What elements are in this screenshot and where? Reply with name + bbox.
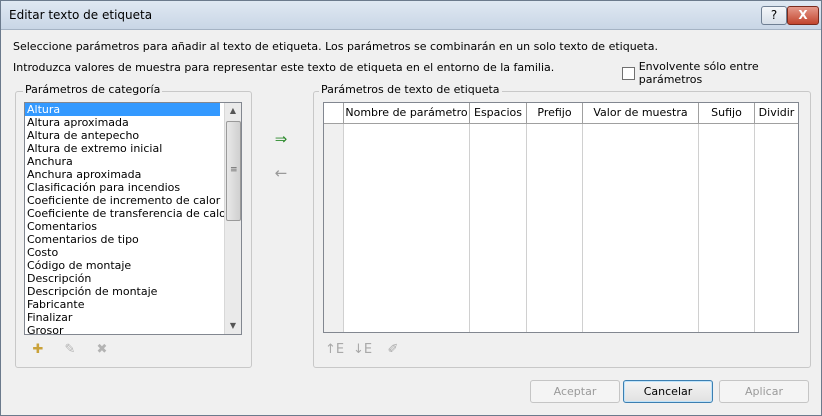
col-header-spaces[interactable]: Espacios	[470, 103, 527, 124]
category-param-item[interactable]: Costo	[25, 246, 241, 259]
category-param-item[interactable]: Comentarios de tipo	[25, 233, 241, 246]
category-param-item[interactable]: Altura aproximada	[25, 116, 241, 129]
category-param-item[interactable]: Coeficiente de incremento de calor solar	[25, 194, 241, 207]
category-param-item[interactable]: Finalizar	[25, 311, 241, 324]
category-param-item[interactable]: Descripción	[25, 272, 241, 285]
wrap-between-params-option[interactable]: Envolvente sólo entre parámetros	[622, 60, 821, 86]
intro-line-1: Seleccione parámetros para añadir al tex…	[13, 40, 658, 53]
scroll-thumb[interactable]: ≡	[226, 121, 241, 221]
category-params-list[interactable]: Altura Altura aproximada Altura de antepec…	[24, 102, 242, 335]
category-param-item[interactable]: Anchura	[25, 155, 241, 168]
label-params-grid[interactable]: Nombre de parámetro Espacios Prefijo Val…	[323, 102, 799, 333]
suffix-column	[699, 124, 755, 332]
edit-parameter-icon[interactable]: ✎	[62, 342, 78, 358]
row-header-column	[324, 124, 344, 332]
edit-format-icon[interactable]: ✐	[385, 342, 401, 358]
scroll-up-icon[interactable]: ▲	[225, 103, 241, 119]
apply-button[interactable]: Aplicar	[719, 380, 809, 403]
category-param-item[interactable]: Comentarios	[25, 220, 241, 233]
remove-parameter-icon[interactable]: ←	[273, 165, 289, 181]
category-param-item[interactable]: Altura de extremo inicial	[25, 142, 241, 155]
title-bar: Editar texto de etiqueta ? X	[1, 1, 821, 30]
col-header-suffix[interactable]: Sufijo	[699, 103, 755, 124]
name-column	[344, 124, 470, 332]
new-parameter-icon[interactable]: ✚	[30, 342, 46, 358]
cancel-button[interactable]: Cancelar	[623, 380, 713, 403]
move-up-icon[interactable]: ↑E	[325, 342, 344, 358]
list-scrollbar[interactable]: ▲ ≡ ▼	[224, 103, 241, 334]
category-params-title: Parámetros de categoría	[23, 83, 163, 96]
category-param-item[interactable]: Código de montaje	[25, 259, 241, 272]
intro-line-2: Introduzca valores de muestra para repre…	[13, 61, 555, 74]
col-header-prefix[interactable]: Prefijo	[527, 103, 583, 124]
help-button[interactable]: ?	[761, 6, 787, 25]
close-button[interactable]: X	[787, 6, 819, 25]
prefix-column	[527, 124, 583, 332]
category-param-item[interactable]: Fabricante	[25, 298, 241, 311]
spaces-column	[470, 124, 527, 332]
label-params-title: Parámetros de texto de etiqueta	[319, 83, 502, 96]
category-param-item[interactable]: Anchura aproximada	[25, 168, 241, 181]
edit-label-dialog: Editar texto de etiqueta ? X Seleccione …	[0, 0, 822, 416]
wrap-checkbox[interactable]	[622, 66, 635, 80]
category-param-item[interactable]: Clasificación para incendios	[25, 181, 241, 194]
window-title: Editar texto de etiqueta	[9, 8, 153, 22]
category-param-item[interactable]: Coeficiente de transferencia de calor (U…	[25, 207, 241, 220]
row-header-corner	[324, 103, 344, 124]
scroll-down-icon[interactable]: ▼	[225, 318, 241, 334]
accept-button[interactable]: Aceptar	[530, 380, 620, 403]
move-down-icon[interactable]: ↓E	[353, 342, 372, 358]
category-param-item[interactable]: Altura de antepecho	[25, 129, 241, 142]
col-header-name[interactable]: Nombre de parámetro	[344, 103, 470, 124]
sample-value-column	[583, 124, 699, 332]
col-header-sample-value[interactable]: Valor de muestra	[583, 103, 699, 124]
add-parameter-icon[interactable]: ⇒	[273, 131, 289, 147]
wrap-checkbox-label: Envolvente sólo entre parámetros	[638, 60, 759, 86]
category-param-item[interactable]: Grosor	[25, 324, 241, 334]
category-param-item[interactable]: Altura	[25, 103, 220, 116]
col-header-break[interactable]: Dividir	[755, 103, 798, 124]
delete-parameter-icon[interactable]: ✖	[94, 342, 110, 358]
category-param-item[interactable]: Descripción de montaje	[25, 285, 241, 298]
